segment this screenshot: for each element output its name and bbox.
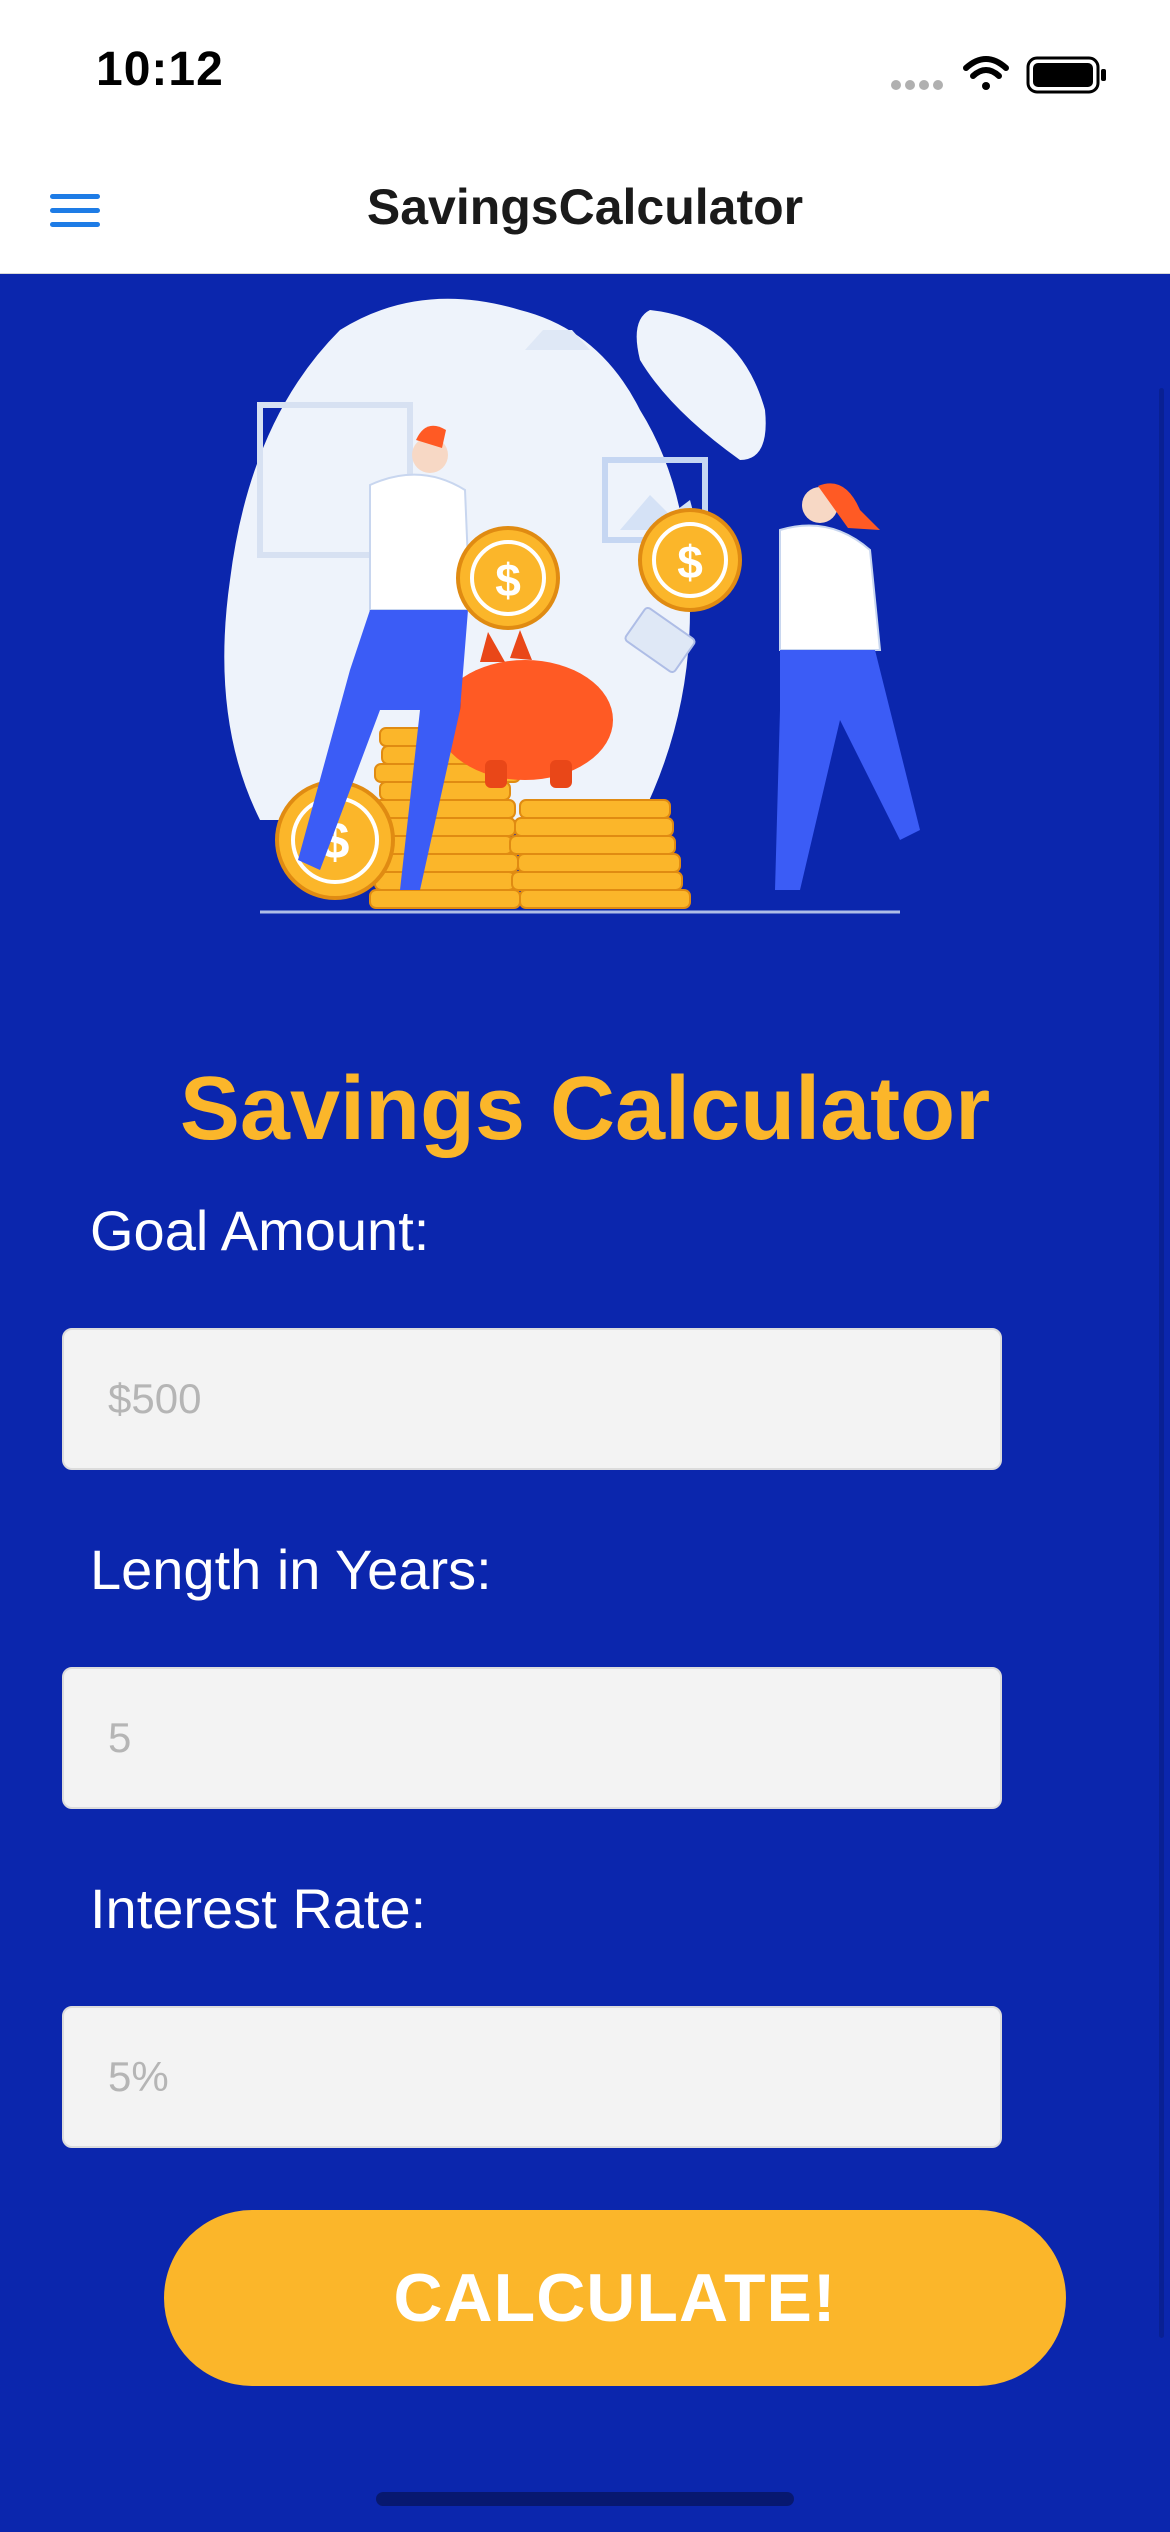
status-time: 10:12 bbox=[96, 43, 224, 96]
app-title: Savings Calculator bbox=[179, 1059, 991, 1159]
nav-bar: SavingsCalculator bbox=[0, 140, 1170, 274]
status-icons bbox=[891, 56, 1106, 94]
goal-amount-label: Goal Amount: bbox=[90, 1199, 430, 1262]
svg-text:$: $ bbox=[677, 536, 703, 588]
savings-illustration: $ $ $ bbox=[224, 298, 920, 914]
signal-dots-icon bbox=[891, 80, 943, 90]
home-indicator bbox=[376, 2492, 794, 2506]
interest-rate-input[interactable] bbox=[62, 2006, 1002, 2148]
length-years-input[interactable] bbox=[62, 1667, 1002, 1809]
goal-amount-input[interactable] bbox=[62, 1328, 1002, 1470]
length-years-label: Length in Years: bbox=[90, 1538, 492, 1601]
interest-rate-label: Interest Rate: bbox=[90, 1877, 427, 1940]
scroll-indicator bbox=[1159, 388, 1164, 2338]
wifi-icon bbox=[963, 56, 1009, 90]
battery-icon bbox=[1026, 56, 1106, 94]
status-bar: 10:12 bbox=[0, 0, 1170, 140]
calculate-button[interactable]: CALCULATE! bbox=[164, 2210, 1066, 2386]
nav-title: SavingsCalculator bbox=[366, 179, 804, 235]
svg-text:$: $ bbox=[495, 554, 521, 606]
